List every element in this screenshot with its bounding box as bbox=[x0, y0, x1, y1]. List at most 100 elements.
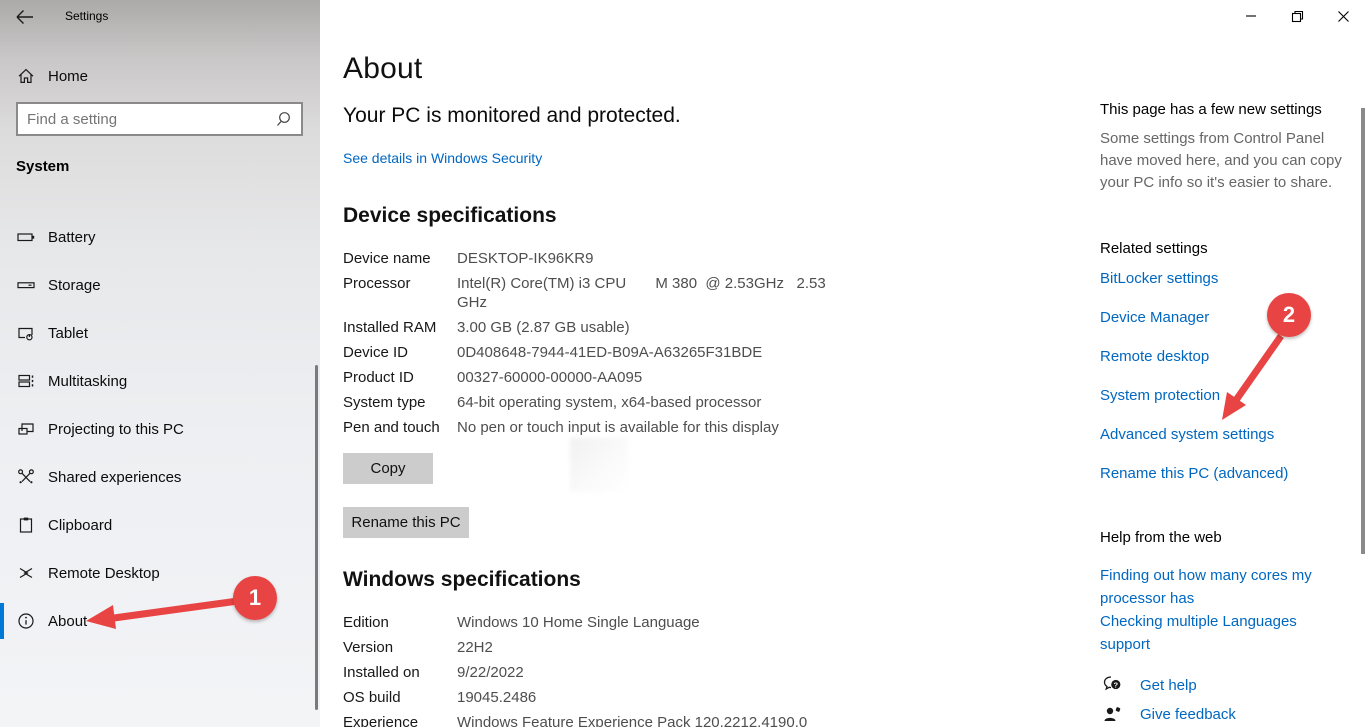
sidebar-item-label: Shared experiences bbox=[48, 469, 181, 486]
spec-label: OS build bbox=[343, 688, 457, 707]
device-specifications-table: Device nameDESKTOP-IK96KR9 ProcessorInte… bbox=[343, 249, 859, 443]
search-box bbox=[16, 102, 303, 136]
spec-row: ExperienceWindows Feature Experience Pac… bbox=[343, 713, 859, 727]
back-button[interactable] bbox=[14, 6, 42, 28]
sidebar-item-storage[interactable]: Storage bbox=[0, 267, 320, 303]
spec-value: Windows Feature Experience Pack 120.2212… bbox=[457, 713, 859, 727]
get-help-icon: ? bbox=[1102, 674, 1124, 696]
sidebar: Settings Home System Battery bbox=[0, 0, 320, 727]
info-icon bbox=[16, 611, 36, 631]
clipboard-icon bbox=[16, 515, 36, 535]
spec-label: Product ID bbox=[343, 368, 457, 387]
spec-row: ProcessorIntel(R) Core(TM) i3 CPU M 380 … bbox=[343, 274, 859, 312]
get-help-row[interactable]: ? Get help bbox=[1102, 674, 1197, 696]
sidebar-item-label: Projecting to this PC bbox=[48, 421, 184, 438]
spec-value: 9/22/2022 bbox=[457, 663, 859, 682]
sidebar-item-multitasking[interactable]: Multitasking bbox=[0, 363, 320, 399]
new-settings-title: This page has a few new settings bbox=[1100, 101, 1342, 118]
battery-icon bbox=[16, 227, 36, 247]
close-icon bbox=[1337, 10, 1350, 23]
rename-pc-button[interactable]: Rename this PC bbox=[343, 507, 469, 538]
sidebar-item-label: Battery bbox=[48, 229, 96, 246]
spec-value: 00327-60000-00000-AA095 bbox=[457, 368, 859, 387]
spec-label: Edition bbox=[343, 613, 457, 632]
sidebar-section-system: System bbox=[16, 158, 69, 175]
spec-label: Device ID bbox=[343, 343, 457, 362]
spec-value: 64-bit operating system, x64-based proce… bbox=[457, 393, 859, 412]
minimize-button[interactable] bbox=[1228, 0, 1274, 32]
help-from-web-heading: Help from the web bbox=[1100, 529, 1342, 546]
windows-security-link[interactable]: See details in Windows Security bbox=[343, 150, 542, 166]
sidebar-item-label: Tablet bbox=[48, 325, 88, 342]
restore-button[interactable] bbox=[1274, 0, 1320, 32]
spec-value: 22H2 bbox=[457, 638, 859, 657]
get-help-link[interactable]: Get help bbox=[1140, 677, 1197, 694]
copy-button[interactable]: Copy bbox=[343, 453, 433, 484]
main-scrollbar[interactable] bbox=[1361, 108, 1365, 554]
spec-label: Version bbox=[343, 638, 457, 657]
settings-window: Settings Home System Battery bbox=[0, 0, 1366, 727]
spec-value: Intel(R) Core(TM) i3 CPU M 380 @ 2.53GHz… bbox=[457, 274, 859, 312]
svg-text:?: ? bbox=[1114, 680, 1119, 689]
selected-accent-bar bbox=[0, 603, 4, 639]
device-specifications-heading: Device specifications bbox=[343, 204, 557, 228]
spec-row: Installed on9/22/2022 bbox=[343, 663, 859, 682]
give-feedback-row[interactable]: Give feedback bbox=[1102, 703, 1236, 725]
sidebar-item-battery[interactable]: Battery bbox=[0, 219, 320, 255]
help-link-cores[interactable]: Finding out how many cores my processor … bbox=[1100, 564, 1342, 610]
shared-experiences-icon bbox=[16, 467, 36, 487]
spec-row: Installed RAM3.00 GB (2.87 GB usable) bbox=[343, 318, 859, 337]
sidebar-scrollbar[interactable] bbox=[315, 365, 318, 710]
storage-icon bbox=[16, 275, 36, 295]
sidebar-item-clipboard[interactable]: Clipboard bbox=[0, 507, 320, 543]
spec-label: System type bbox=[343, 393, 457, 412]
sidebar-item-tablet[interactable]: Tablet bbox=[0, 315, 320, 351]
security-status-text: Your PC is monitored and protected. bbox=[343, 104, 681, 128]
search-icon[interactable] bbox=[275, 110, 293, 128]
home-icon bbox=[16, 66, 36, 86]
sidebar-item-label: Remote Desktop bbox=[48, 565, 160, 582]
close-button[interactable] bbox=[1320, 0, 1366, 32]
spec-row: Device ID0D408648-7944-41ED-B09A-A63265F… bbox=[343, 343, 859, 362]
remote-desktop-icon bbox=[16, 563, 36, 583]
back-arrow-icon bbox=[14, 6, 36, 28]
search-input[interactable] bbox=[18, 111, 275, 128]
spec-label: Device name bbox=[343, 249, 457, 268]
annotation-step-1: 1 bbox=[233, 576, 277, 620]
spec-value: Windows 10 Home Single Language bbox=[457, 613, 859, 632]
spec-label: Pen and touch bbox=[343, 418, 457, 437]
advanced-system-settings-link[interactable]: Advanced system settings bbox=[1100, 423, 1342, 446]
sidebar-item-projecting[interactable]: Projecting to this PC bbox=[0, 411, 320, 447]
give-feedback-icon bbox=[1102, 703, 1124, 725]
sidebar-item-label: Multitasking bbox=[48, 373, 127, 390]
spec-value: 19045.2486 bbox=[457, 688, 859, 707]
sidebar-item-label: Home bbox=[48, 68, 88, 85]
bitlocker-settings-link[interactable]: BitLocker settings bbox=[1100, 267, 1342, 290]
give-feedback-link[interactable]: Give feedback bbox=[1140, 706, 1236, 723]
annotation-step-2: 2 bbox=[1267, 293, 1311, 337]
spec-label: Installed on bbox=[343, 663, 457, 682]
sidebar-item-home[interactable]: Home bbox=[0, 58, 320, 94]
sidebar-item-shared-experiences[interactable]: Shared experiences bbox=[0, 459, 320, 495]
spec-row: Product ID00327-60000-00000-AA095 bbox=[343, 368, 859, 387]
help-link-languages[interactable]: Checking multiple Languages support bbox=[1100, 610, 1342, 656]
rename-pc-advanced-link[interactable]: Rename this PC (advanced) bbox=[1100, 462, 1342, 485]
spec-value: 3.00 GB (2.87 GB usable) bbox=[457, 318, 859, 337]
spec-label: Experience bbox=[343, 713, 457, 727]
remote-desktop-link[interactable]: Remote desktop bbox=[1100, 345, 1342, 368]
spec-row: Version22H2 bbox=[343, 638, 859, 657]
spec-row: EditionWindows 10 Home Single Language bbox=[343, 613, 859, 632]
projecting-icon bbox=[16, 419, 36, 439]
blurred-watermark bbox=[570, 438, 628, 492]
page-title: About bbox=[343, 52, 422, 86]
spec-row: OS build19045.2486 bbox=[343, 688, 859, 707]
windows-specifications-heading: Windows specifications bbox=[343, 568, 581, 592]
sidebar-item-label: Storage bbox=[48, 277, 101, 294]
system-protection-link[interactable]: System protection bbox=[1100, 384, 1342, 407]
new-settings-body: Some settings from Control Panel have mo… bbox=[1100, 128, 1342, 194]
window-title: Settings bbox=[65, 9, 108, 23]
tablet-icon bbox=[16, 323, 36, 343]
windows-specifications-table: EditionWindows 10 Home Single Language V… bbox=[343, 613, 859, 727]
spec-row: System type64-bit operating system, x64-… bbox=[343, 393, 859, 412]
related-settings-heading: Related settings bbox=[1100, 240, 1342, 257]
